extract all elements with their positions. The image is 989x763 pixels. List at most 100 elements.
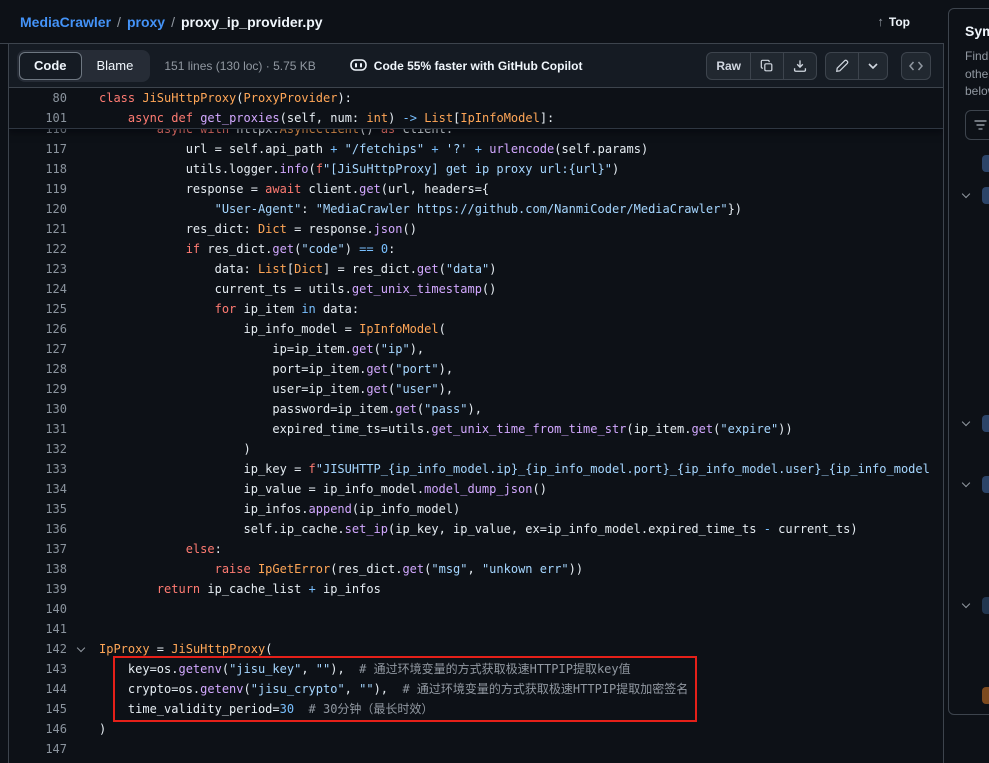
line-number[interactable]: 145 <box>9 699 67 719</box>
file-meta-info: 151 lines (130 loc) · 5.75 KB <box>164 59 315 73</box>
fold-gutter <box>67 139 99 159</box>
line-number[interactable]: 124 <box>9 279 67 299</box>
line-number[interactable]: 137 <box>9 539 67 559</box>
code-line-101: 101 async def get_proxies(self, num: int… <box>9 108 943 128</box>
symbol-badge[interactable] <box>982 415 989 432</box>
code-text: data: List[Dict] = res_dict.get("data") <box>99 259 496 279</box>
raw-button[interactable]: Raw <box>707 53 750 79</box>
symbols-tree-row[interactable] <box>949 597 989 615</box>
symbols-panel-toggle-button[interactable] <box>901 52 931 80</box>
symbol-badge[interactable] <box>982 476 989 493</box>
symbols-tree-row[interactable] <box>949 687 989 705</box>
code-text: url = self.api_path + "/fetchips" + '?' … <box>99 139 648 159</box>
breadcrumb-folder-link[interactable]: proxy <box>127 14 165 30</box>
breadcrumb-separator: / <box>165 14 181 30</box>
code-text: async def get_proxies(self, num: int) ->… <box>99 108 554 128</box>
code-line-147: 147 <box>9 739 943 759</box>
chevron-down-icon[interactable] <box>962 479 970 487</box>
copy-button[interactable] <box>750 53 783 79</box>
tab-blame[interactable]: Blame <box>82 52 149 80</box>
code-text: ip_infos.append(ip_info_model) <box>99 499 460 519</box>
symbols-tree-row[interactable] <box>949 415 989 433</box>
chevron-down-icon[interactable] <box>962 190 970 198</box>
symbol-badge[interactable] <box>982 187 989 204</box>
line-number[interactable]: 118 <box>9 159 67 179</box>
line-number[interactable]: 125 <box>9 299 67 319</box>
code-text: "User-Agent": "MediaCrawler https://gith… <box>99 199 742 219</box>
line-number[interactable]: 80 <box>9 88 67 108</box>
symbols-tree-row[interactable] <box>949 476 989 494</box>
copilot-icon <box>350 59 367 72</box>
code-text: ) <box>99 439 251 459</box>
symbol-badge[interactable] <box>982 155 989 172</box>
line-number[interactable]: 130 <box>9 399 67 419</box>
line-number[interactable]: 134 <box>9 479 67 499</box>
line-number[interactable]: 142 <box>9 639 67 659</box>
code-text: else: <box>99 539 222 559</box>
line-number[interactable]: 126 <box>9 319 67 339</box>
fold-toggle[interactable] <box>67 639 99 659</box>
line-number[interactable]: 139 <box>9 579 67 599</box>
code-toolbar: Code Blame 151 lines (130 loc) · 5.75 KB… <box>9 44 943 88</box>
line-number[interactable]: 121 <box>9 219 67 239</box>
line-number[interactable]: 128 <box>9 359 67 379</box>
filter-icon <box>974 120 987 130</box>
code-text: current_ts = utils.get_unix_timestamp() <box>99 279 496 299</box>
chevron-down-icon <box>77 644 85 652</box>
copilot-banner-text: Code 55% faster with GitHub Copilot <box>374 59 583 73</box>
code-line-145: 145 time_validity_period=30 # 30分钟（最长时效） <box>9 699 943 719</box>
line-number[interactable]: 129 <box>9 379 67 399</box>
code-line-134: 134 ip_value = ip_info_model.model_dump_… <box>9 479 943 499</box>
code-line-122: 122 if res_dict.get("code") == 0: <box>9 239 943 259</box>
code-text: ip_value = ip_info_model.model_dump_json… <box>99 479 547 499</box>
line-number[interactable]: 143 <box>9 659 67 679</box>
code-text: utils.logger.info(f"[JiSuHttpProxy] get … <box>99 159 619 179</box>
line-number[interactable]: 119 <box>9 179 67 199</box>
code-text: for ip_item in data: <box>99 299 359 319</box>
breadcrumb-repo-link[interactable]: MediaCrawler <box>20 14 111 30</box>
symbols-tree-row[interactable] <box>949 155 989 173</box>
line-number[interactable]: 135 <box>9 499 67 519</box>
github-code-view-page: { "breadcrumb": { "repo": "MediaCrawler"… <box>0 0 989 763</box>
line-number[interactable]: 136 <box>9 519 67 539</box>
chevron-down-icon[interactable] <box>962 600 970 608</box>
line-number[interactable]: 117 <box>9 139 67 159</box>
line-number[interactable]: 144 <box>9 679 67 699</box>
code-line-132: 132 ) <box>9 439 943 459</box>
download-button[interactable] <box>783 53 816 79</box>
edit-dropdown-button[interactable] <box>858 53 887 79</box>
code-line-124: 124 current_ts = utils.get_unix_timestam… <box>9 279 943 299</box>
symbols-toggle-icon <box>909 61 923 71</box>
edit-button[interactable] <box>826 53 858 79</box>
symbol-badge[interactable] <box>982 687 989 704</box>
back-to-top-button[interactable]: ↑ Top <box>877 14 910 29</box>
fold-gutter <box>67 319 99 339</box>
chevron-down-icon[interactable] <box>962 418 970 426</box>
line-number[interactable]: 101 <box>9 108 67 128</box>
line-number[interactable]: 133 <box>9 459 67 479</box>
symbol-badge[interactable] <box>982 597 989 614</box>
fold-gutter <box>67 439 99 459</box>
symbols-panel-title: Symbols <box>965 23 989 39</box>
toolbar-actions: Raw <box>706 52 931 80</box>
code-line-146: 146) <box>9 719 943 739</box>
line-number[interactable]: 141 <box>9 619 67 639</box>
caret-down-icon <box>868 63 878 69</box>
line-number[interactable]: 146 <box>9 719 67 739</box>
line-number[interactable]: 122 <box>9 239 67 259</box>
line-number[interactable]: 147 <box>9 739 67 759</box>
code-text: response = await client.get(url, headers… <box>99 179 489 199</box>
symbols-tree-row[interactable] <box>949 187 989 205</box>
line-number[interactable]: 138 <box>9 559 67 579</box>
line-number[interactable]: 131 <box>9 419 67 439</box>
line-number[interactable]: 120 <box>9 199 67 219</box>
code-line-136: 136 self.ip_cache.set_ip(ip_key, ip_valu… <box>9 519 943 539</box>
code-line-144: 144 crypto=os.getenv("jisu_crypto", ""),… <box>9 679 943 699</box>
line-number[interactable]: 127 <box>9 339 67 359</box>
code-line-123: 123 data: List[Dict] = res_dict.get("dat… <box>9 259 943 279</box>
line-number[interactable]: 140 <box>9 599 67 619</box>
code-line-131: 131 expired_time_ts=utils.get_unix_time_… <box>9 419 943 439</box>
line-number[interactable]: 123 <box>9 259 67 279</box>
tab-code[interactable]: Code <box>19 52 82 80</box>
line-number[interactable]: 132 <box>9 439 67 459</box>
